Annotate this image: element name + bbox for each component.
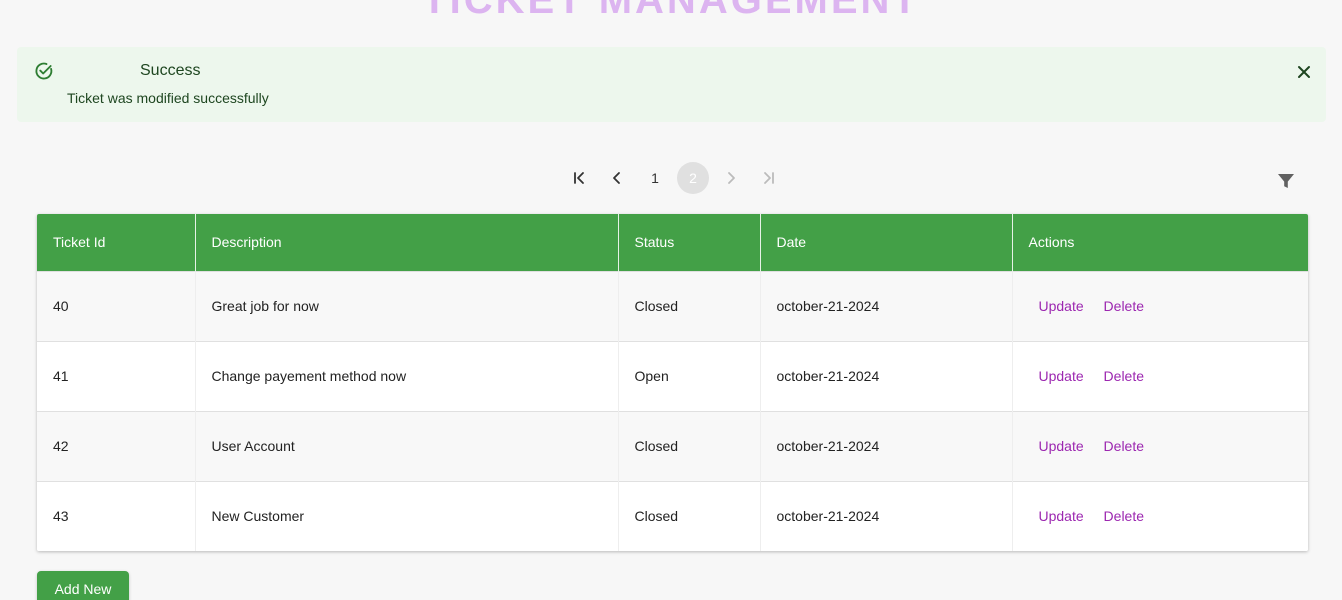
ticket-id-cell: 42	[37, 411, 196, 481]
date-cell: october-21-2024	[760, 341, 1013, 411]
delete-button[interactable]: Delete	[1104, 298, 1144, 314]
column-header-ticket-id: Ticket Id	[37, 214, 196, 271]
next-page-button[interactable]	[715, 162, 747, 194]
alert-message: Ticket was modified successfully	[67, 90, 269, 106]
description-cell: Great job for now	[195, 271, 619, 341]
status-cell: Open	[618, 341, 761, 411]
actions-cell: Update Delete	[1012, 481, 1308, 551]
ticket-id-cell: 41	[37, 341, 196, 411]
actions-cell: Update Delete	[1012, 411, 1308, 481]
actions-cell: Update Delete	[1012, 271, 1308, 341]
success-alert: Success Ticket was modified successfully	[17, 47, 1326, 122]
page: TICKET MANAGEMENT Success Ticket was mod…	[0, 0, 1342, 600]
table-header-row: Ticket Id Description Status Date Action…	[37, 214, 1308, 271]
first-page-icon	[574, 172, 584, 184]
column-header-description: Description	[195, 214, 619, 271]
page-2-button[interactable]: 2	[677, 162, 709, 194]
pagination: 1 2	[560, 162, 788, 194]
close-icon[interactable]	[1296, 64, 1312, 80]
first-page-button[interactable]	[563, 162, 595, 194]
delete-button[interactable]: Delete	[1104, 368, 1144, 384]
last-page-button[interactable]	[753, 162, 785, 194]
previous-page-button[interactable]	[601, 162, 633, 194]
status-cell: Closed	[618, 271, 761, 341]
delete-button[interactable]: Delete	[1104, 508, 1144, 524]
date-cell: october-21-2024	[760, 481, 1013, 551]
update-button[interactable]: Update	[1039, 298, 1084, 314]
tickets-table: Ticket Id Description Status Date Action…	[37, 214, 1308, 551]
next-page-icon	[728, 172, 735, 184]
date-cell: october-21-2024	[760, 271, 1013, 341]
description-cell: Change payement method now	[195, 341, 619, 411]
status-cell: Closed	[618, 481, 761, 551]
last-page-icon	[764, 172, 774, 184]
description-cell: New Customer	[195, 481, 619, 551]
update-button[interactable]: Update	[1039, 438, 1084, 454]
page-title: TICKET MANAGEMENT	[422, 0, 920, 22]
description-cell: User Account	[195, 411, 619, 481]
table-row: 41 Change payement method now Open octob…	[37, 341, 1308, 411]
page-1-button[interactable]: 1	[639, 162, 671, 194]
alert-title: Success	[140, 62, 201, 79]
check-circle-icon	[35, 62, 53, 80]
update-button[interactable]: Update	[1039, 508, 1084, 524]
status-cell: Closed	[618, 411, 761, 481]
update-button[interactable]: Update	[1039, 368, 1084, 384]
table-row: 40 Great job for now Closed october-21-2…	[37, 271, 1308, 341]
column-header-status: Status	[618, 214, 761, 271]
date-cell: october-21-2024	[760, 411, 1013, 481]
ticket-id-cell: 43	[37, 481, 196, 551]
previous-page-icon	[613, 172, 620, 184]
table-row: 43 New Customer Closed october-21-2024 U…	[37, 481, 1308, 551]
delete-button[interactable]: Delete	[1104, 438, 1144, 454]
actions-cell: Update Delete	[1012, 341, 1308, 411]
ticket-id-cell: 40	[37, 271, 196, 341]
table-row: 42 User Account Closed october-21-2024 U…	[37, 411, 1308, 481]
column-header-date: Date	[760, 214, 1013, 271]
add-new-button[interactable]: Add New	[37, 571, 129, 600]
filter-icon[interactable]	[1277, 172, 1295, 190]
column-header-actions: Actions	[1028, 234, 1075, 251]
